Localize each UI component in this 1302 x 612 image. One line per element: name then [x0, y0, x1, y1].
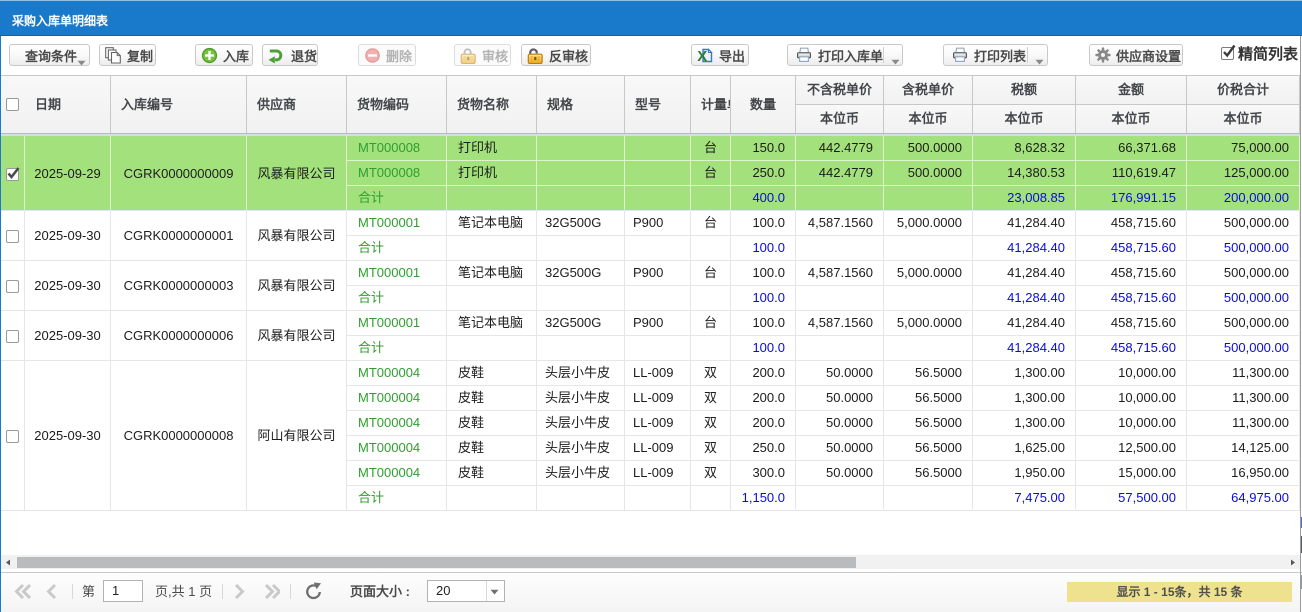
- svg-text:X: X: [697, 48, 707, 64]
